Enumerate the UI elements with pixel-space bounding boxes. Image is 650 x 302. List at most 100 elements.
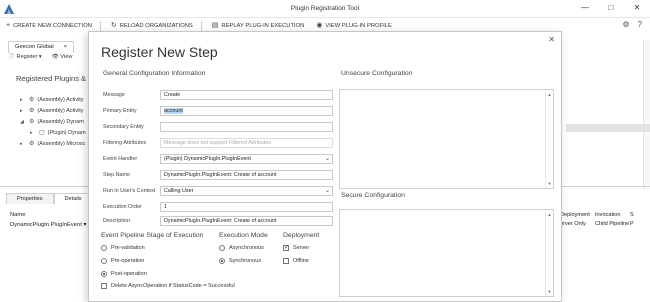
assembly-icon: ⚙ xyxy=(29,97,35,103)
col-deployment: Deployment xyxy=(560,211,590,218)
maximize-icon[interactable]: □ xyxy=(606,3,616,13)
secondary-entity-input[interactable] xyxy=(160,121,333,132)
expand-icon[interactable]: ▸ xyxy=(20,141,26,147)
grid-header-name: Name xyxy=(10,212,26,218)
server-label: Server xyxy=(293,245,310,251)
scroll-up-icon[interactable]: ▲ xyxy=(548,212,552,217)
radio-circle xyxy=(219,245,225,251)
primary-entity-value: account xyxy=(164,107,183,114)
pre-operation-radio[interactable]: Pre-operation xyxy=(101,258,144,264)
run-context-select[interactable]: Calling User ⌄ xyxy=(160,185,333,196)
register-label: Register xyxy=(16,54,38,60)
expand-icon[interactable]: ▸ xyxy=(20,108,26,114)
scroll-down-icon[interactable]: ▼ xyxy=(548,289,552,294)
pre-operation-label: Pre-operation xyxy=(111,258,145,264)
checkbox-box xyxy=(283,258,289,264)
step-name-input[interactable]: DynamicPlugIn.PlugInEvent: Create of acc… xyxy=(160,169,333,180)
unsecure-config-header: Unsecure Configuration xyxy=(341,70,413,77)
grid-row[interactable]: DynamicPlugIn.PlugInEvent ▾ xyxy=(10,222,86,228)
toolbar-divider xyxy=(99,20,101,31)
replay-label: REPLAY PLUG-IN EXECUTION xyxy=(221,22,305,29)
description-input[interactable]: DynamicPlugIn.PlugInEvent: Create of acc… xyxy=(160,215,333,226)
general-config-header: General Configuration Information xyxy=(103,70,206,77)
collapse-icon[interactable]: ◢ xyxy=(20,119,26,125)
deployment-header: Deployment xyxy=(283,232,320,239)
details-header-row: Deployment Invocation S xyxy=(560,210,650,219)
tree-item[interactable]: ▸ ▢ (Plugin) Dynam xyxy=(20,127,86,138)
plugin-tree: ▸ ⚙ (Assembly) Activity ▸ ⚙ (Assembly) A… xyxy=(20,94,86,149)
scrollbar[interactable] xyxy=(643,40,650,190)
run-context-row: Run in User's Context Calling User ⌄ xyxy=(103,185,333,196)
create-connection-button[interactable]: + CREATE NEW CONNECTION xyxy=(6,22,92,29)
details-value-row[interactable]: erver Only Child Pipeline P xyxy=(560,219,650,228)
event-handler-label: Event Handler xyxy=(103,155,138,162)
dialog-close-icon[interactable]: ✕ xyxy=(548,35,555,44)
offline-checkbox[interactable]: Offline xyxy=(283,258,309,264)
tree-item-label: (Assembly) Activity xyxy=(37,96,84,103)
event-handler-select[interactable]: (Plugin) DynamicPlugIn.PlugInEvent ⌄ xyxy=(160,153,333,164)
pre-validation-radio[interactable]: Pre-validation xyxy=(101,245,145,251)
message-input[interactable]: Create xyxy=(160,89,333,100)
gear-icon[interactable]: ⚙ xyxy=(622,20,629,29)
textarea-scrollbar[interactable]: ▲ ▼ xyxy=(545,90,553,188)
scroll-up-icon[interactable]: ▲ xyxy=(548,92,552,97)
register-button[interactable]: 📄 Register ▾ xyxy=(8,54,42,60)
message-row: Message Create xyxy=(103,89,333,100)
replay-plugin-button[interactable]: ▤ REPLAY PLUG-IN EXECUTION xyxy=(212,22,305,29)
step-name-row: Step Name DynamicPlugIn.PlugInEvent: Cre… xyxy=(103,169,333,180)
tab-connection[interactable]: Geecon Global × xyxy=(8,41,75,53)
tree-item-label: (Plugin) Dynam xyxy=(47,129,86,136)
step-name-label: Step Name xyxy=(103,171,130,178)
view-profile-button[interactable]: ◉ VIEW PLUG-IN PROFILE xyxy=(316,22,391,29)
execution-order-input[interactable]: 1 xyxy=(160,201,333,212)
asynchronous-label: Asynchronous xyxy=(229,245,264,251)
secondary-entity-row: Secondary Entity xyxy=(103,121,333,132)
execution-order-label: Execution Order xyxy=(103,203,142,210)
tree-item-label: (Assembly) Dynam xyxy=(37,118,84,125)
primary-entity-input[interactable]: account xyxy=(160,105,333,116)
synchronous-radio[interactable]: Synchronous xyxy=(219,258,261,264)
run-context-value: Calling User xyxy=(164,187,194,194)
run-context-label: Run in User's Context xyxy=(103,187,156,194)
secure-config-textarea[interactable]: ▲ ▼ xyxy=(339,209,554,297)
col-s: S xyxy=(630,211,634,218)
execution-mode-header: Execution Mode xyxy=(219,232,268,239)
asynchronous-radio[interactable]: Asynchronous xyxy=(219,245,264,251)
tree-item-label: (Assembly) Activity xyxy=(37,107,84,114)
reload-label: RELOAD ORGANIZATIONS xyxy=(119,22,193,29)
toolbar-divider xyxy=(200,20,202,31)
grid-cell-name: DynamicPlugIn.PlugInEvent xyxy=(10,222,82,228)
plus-icon: + xyxy=(6,22,11,29)
tab-connection-label: Geecon Global xyxy=(15,44,54,50)
tree-item[interactable]: ▸ ⚙ (Assembly) Activity xyxy=(20,94,86,105)
server-checkbox[interactable]: ✓ Server xyxy=(283,245,309,251)
scroll-down-icon[interactable]: ▼ xyxy=(548,181,552,186)
close-icon[interactable]: ✕ xyxy=(632,3,642,13)
tab-properties[interactable]: Properties xyxy=(6,193,54,204)
minimize-icon[interactable]: — xyxy=(580,3,590,13)
connection-tabs: Geecon Global × xyxy=(8,41,75,53)
event-handler-value: (Plugin) DynamicPlugIn.PlugInEvent xyxy=(164,155,251,162)
description-label: Description xyxy=(103,217,130,224)
assembly-icon: ⚙ xyxy=(29,119,35,125)
view-button[interactable]: 👁 View xyxy=(52,54,73,60)
view-label: View xyxy=(60,54,73,60)
register-step-dialog: ✕ Register New Step General Configuratio… xyxy=(88,31,562,302)
registered-plugins-title: Registered Plugins & C xyxy=(16,74,94,83)
help-icon[interactable]: ? xyxy=(638,20,642,29)
plugin-icon: ▢ xyxy=(39,130,45,136)
post-operation-radio[interactable]: Post-operation xyxy=(101,271,147,277)
unsecure-config-textarea[interactable]: ▲ ▼ xyxy=(339,89,554,189)
reload-organizations-button[interactable]: ↻ RELOAD ORGANIZATIONS xyxy=(111,22,193,29)
tab-details[interactable]: Details xyxy=(53,193,93,204)
dialog-title: Register New Step xyxy=(101,44,218,60)
delete-async-checkbox[interactable]: Delete AsyncOperation if StatusCode = Su… xyxy=(101,283,235,289)
delete-async-label: Delete AsyncOperation if StatusCode = Su… xyxy=(111,283,235,289)
expand-icon[interactable]: ▸ xyxy=(30,130,36,136)
close-tab-icon[interactable]: × xyxy=(64,44,67,51)
tree-item[interactable]: ▸ ⚙ (Assembly) Activity xyxy=(20,105,86,116)
expand-icon[interactable]: ▸ xyxy=(20,97,26,103)
tree-item[interactable]: ◢ ⚙ (Assembly) Dynam xyxy=(20,116,86,127)
tree-item[interactable]: ▸ ⚙ (Assembly) Microsc xyxy=(20,138,86,149)
textarea-scrollbar[interactable]: ▲ ▼ xyxy=(545,210,553,296)
